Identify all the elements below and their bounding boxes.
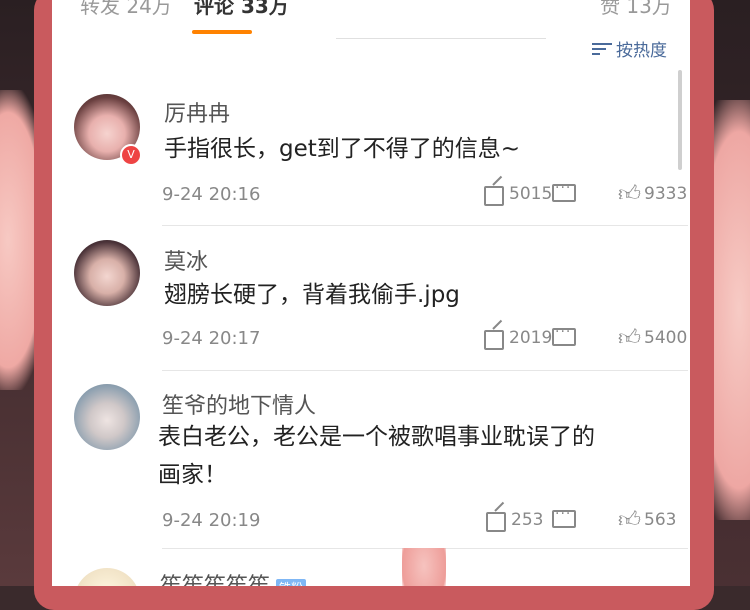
like-button[interactable]: 👍︎ 5400 [618, 324, 687, 351]
share-button[interactable]: 5015 [484, 184, 553, 206]
share-count: 253 [511, 510, 544, 530]
sort-by-hot-button[interactable]: 按热度 [592, 36, 667, 61]
share-icon [484, 184, 506, 206]
share-button[interactable]: 253 [486, 510, 544, 532]
commenter-name[interactable]: 笙爷的地下情人 [162, 388, 316, 420]
comment-time: 9-24 20:19 [162, 510, 261, 531]
like-button[interactable]: 👍︎ 563 [618, 506, 676, 533]
active-tab-indicator [192, 30, 252, 34]
fan-badge: 铁粉 [276, 578, 307, 586]
tab-bar: 转发 24万 评论 33万 赞 13万 按热度 [52, 0, 690, 70]
comment-text-line-2: 画家！ [158, 462, 227, 488]
share-button[interactable]: 2019 [484, 328, 553, 350]
avatar[interactable] [74, 240, 140, 306]
commenter-name-text: 笙笙笙笙笙 [160, 574, 270, 586]
like-count: 563 [644, 509, 677, 530]
like-count: 9333 [644, 183, 688, 204]
comment-icon [552, 180, 576, 204]
commenter-name[interactable]: 厉冉冉 [164, 96, 230, 128]
scrollbar[interactable] [678, 70, 682, 170]
thumbs-up-icon: 👍︎ [618, 326, 641, 351]
tab-reposts[interactable]: 转发 24万 [80, 0, 172, 19]
illustrated-finger [402, 548, 446, 586]
reply-button[interactable] [552, 506, 576, 530]
reply-button[interactable] [552, 324, 576, 348]
share-icon [484, 328, 506, 350]
commenter-name[interactable]: 笙笙笙笙笙铁粉 [160, 568, 307, 586]
sort-label: 按热度 [616, 41, 667, 61]
sort-icon [592, 41, 612, 57]
share-count: 5015 [509, 184, 553, 204]
comment-text: 翅膀长硬了，背着我偷手.jpg [164, 282, 460, 308]
like-button[interactable]: 👍︎ 9333 [618, 180, 687, 207]
comment-icon [552, 506, 576, 530]
share-count: 2019 [509, 328, 553, 348]
avatar[interactable] [74, 568, 140, 586]
share-icon [486, 510, 508, 532]
reply-button[interactable] [552, 180, 576, 204]
divider [162, 370, 688, 371]
thumbs-up-icon: 👍︎ [618, 182, 641, 207]
like-count: 5400 [644, 327, 688, 348]
comment-icon [552, 324, 576, 348]
comment-time: 9-24 20:17 [162, 328, 261, 349]
commenter-name[interactable]: 莫冰 [164, 244, 208, 276]
comment-text: 手指很长，get到了不得了的信息~ [164, 136, 521, 162]
divider [162, 225, 688, 226]
comment-text-line-1: 表白老公，老公是一个被歌唱事业耽误了的 [158, 424, 595, 450]
comment-time: 9-24 20:16 [162, 184, 261, 205]
avatar[interactable] [74, 384, 140, 450]
tab-comments[interactable]: 评论 33万 [194, 0, 289, 19]
tab-likes[interactable]: 赞 13万 [600, 0, 672, 19]
divider [336, 38, 546, 39]
verified-badge-icon: V [120, 144, 142, 166]
thumbs-up-icon: 👍︎ [618, 508, 641, 533]
comments-screen: 转发 24万 评论 33万 赞 13万 按热度 V 厉冉冉 手指很长，get到了… [52, 0, 690, 586]
